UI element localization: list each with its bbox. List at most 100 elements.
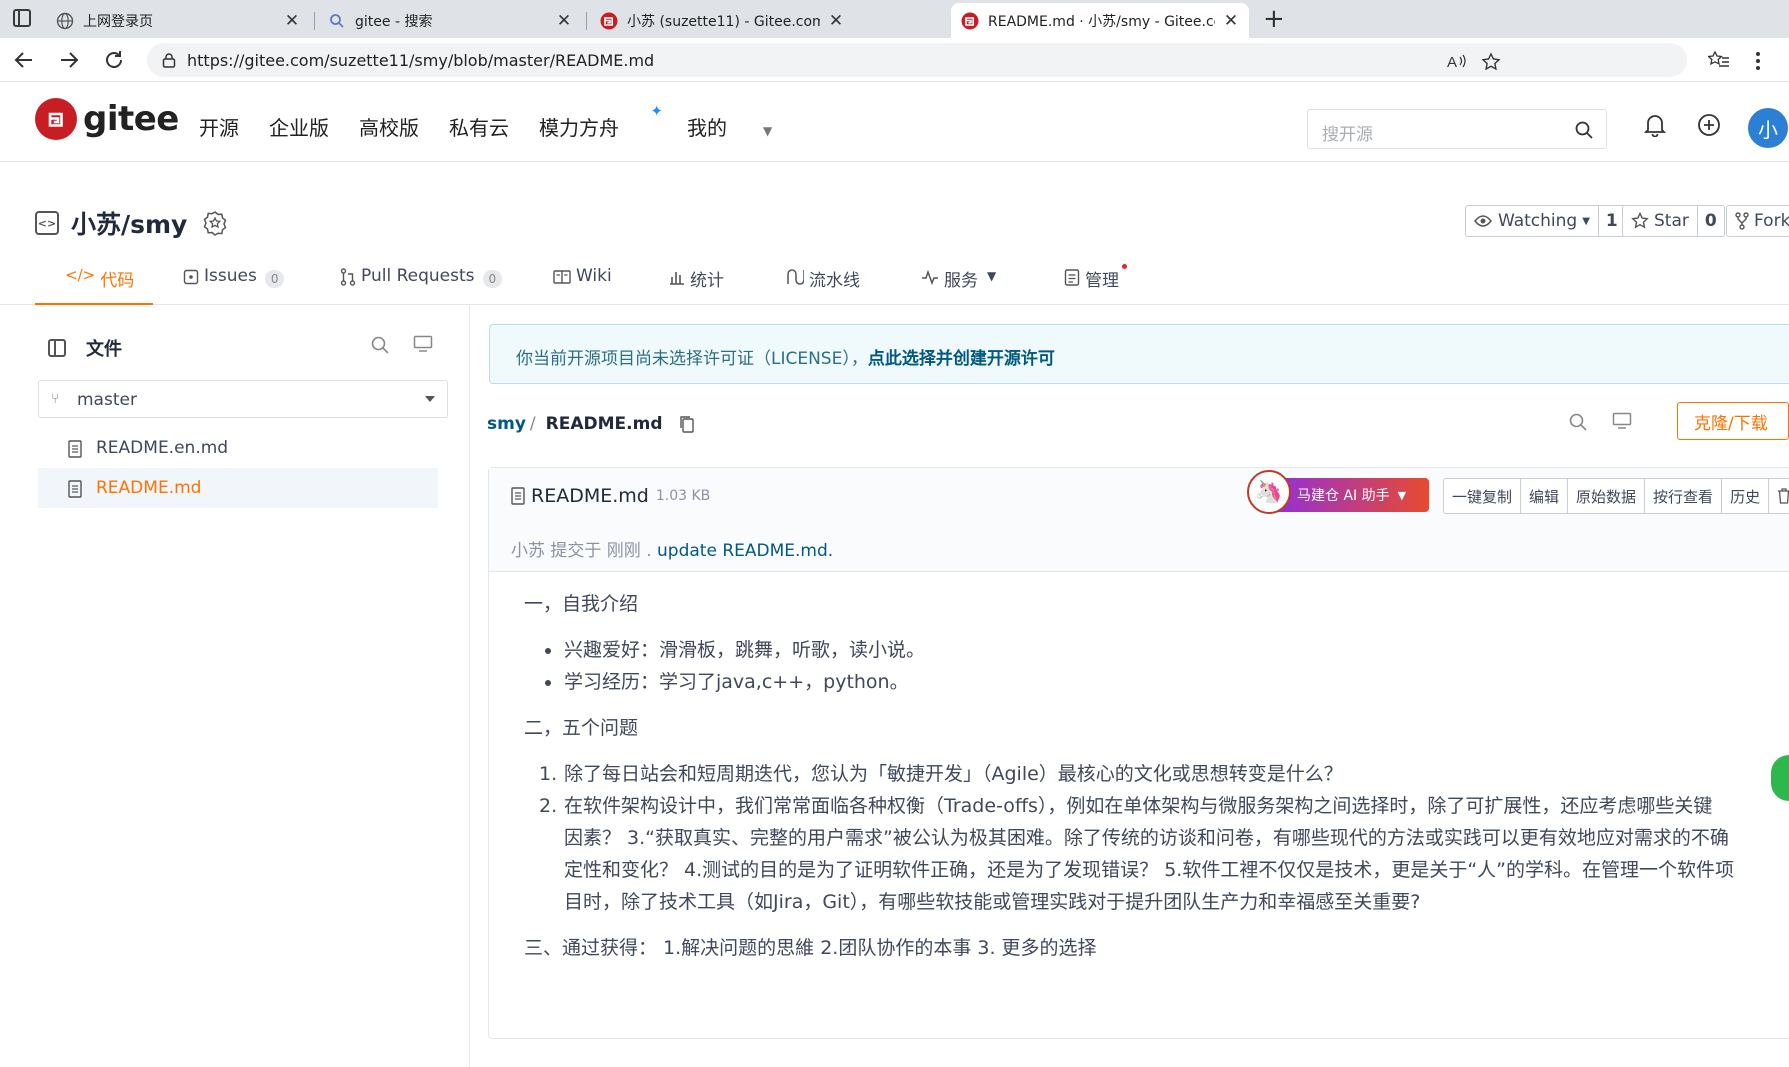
tab-issues[interactable]: Issues 0 (183, 266, 285, 305)
back-button[interactable] (10, 46, 38, 74)
create-plus-icon[interactable] (1697, 113, 1721, 137)
tab-services[interactable]: 服务 ▼ (921, 266, 996, 305)
pr-count: 0 (482, 270, 503, 288)
breadcrumb-repo[interactable]: smy (487, 414, 526, 434)
sidebar-title: 文件 (86, 339, 122, 360)
watch-button-group: Watching ▼ 1 (1465, 205, 1626, 237)
tab-wiki[interactable]: Wiki (553, 266, 612, 305)
list-item: 兴趣爱好：滑滑板，跳舞，听歌，读小说。 (539, 634, 1784, 666)
tab-pipeline-label: 流水线 (809, 271, 860, 291)
nav-item-enterprise[interactable]: 企业版 (269, 112, 329, 141)
nav-item-mine[interactable]: 我的 ▼ (687, 112, 772, 141)
tab-stats-label: 统计 (690, 271, 724, 291)
nav-item-private-cloud[interactable]: 私有云 (449, 112, 509, 141)
tab-title: README.md · 小苏/smy - Gitee.com (988, 13, 1215, 30)
more-menu-icon[interactable] (1756, 52, 1760, 70)
browser-tab-profile[interactable]: 小苏 (suzette11) - Gitee.com ✕ (590, 3, 854, 38)
close-tab-icon[interactable]: ✕ (1223, 11, 1239, 31)
favorite-star-icon[interactable] (1481, 52, 1501, 72)
back-arrow-icon (14, 52, 32, 68)
site-search-input[interactable]: 搜开源 (1307, 109, 1607, 149)
browser-tab-readme[interactable]: README.md · 小苏/smy - Gitee.com ✕ (951, 3, 1249, 38)
search-icon[interactable] (1574, 120, 1594, 140)
read-aloud-icon[interactable]: A (1447, 52, 1467, 70)
tab-pr-label: Pull Requests (361, 266, 475, 286)
star-icon (1631, 212, 1649, 229)
user-avatar[interactable]: 小 (1748, 108, 1788, 148)
browser-tab-login[interactable]: 上网登录页 ✕ (46, 3, 310, 38)
file-item-readme-en[interactable]: README.en.md (38, 428, 438, 468)
tab-pull-requests[interactable]: Pull Requests 0 (340, 266, 503, 305)
question-2-line: 因素？ 3.“获取真实、完整的用户需求”被公认为极其困难。除了传统的访谈和问卷，… (564, 827, 1729, 849)
file-name: README.md (96, 478, 202, 498)
favorites-list-icon[interactable] (1708, 50, 1730, 70)
reload-button[interactable] (100, 46, 128, 74)
site-info-icon[interactable] (161, 52, 177, 68)
nav-item-education[interactable]: 高校版 (359, 112, 419, 141)
star-button[interactable]: Star (1623, 206, 1697, 236)
web-ide-monitor-icon[interactable] (413, 335, 433, 353)
web-ide-monitor-icon[interactable] (1612, 412, 1632, 430)
list-item: 2. 在软件架构设计中，我们常常面临各种权衡（Trade-offs），例如在单体… (539, 790, 1784, 918)
watch-count[interactable]: 1 (1597, 206, 1625, 236)
commit-message-link[interactable]: update README.md. (657, 541, 833, 561)
watch-button[interactable]: Watching ▼ (1466, 206, 1598, 236)
sidebar-header: 文件 (48, 335, 122, 361)
fork-button[interactable]: Fork (1727, 206, 1789, 236)
file-search-icon[interactable] (370, 335, 390, 355)
delete-button[interactable] (1769, 479, 1789, 513)
mascot-icon: 🦄 (1247, 470, 1291, 514)
branch-select[interactable]: ⑂ master (38, 380, 448, 418)
tab-manage-label: 管理 (1085, 271, 1119, 291)
tab-stats[interactable]: 统计 (669, 266, 724, 305)
browser-tab-search[interactable]: gitee - 搜索 ✕ (318, 3, 582, 38)
raw-button[interactable]: 原始数据 (1568, 479, 1646, 513)
nav-item-opensource[interactable]: 开源 (199, 112, 239, 141)
copy-path-icon[interactable] (679, 415, 695, 433)
search-icon (330, 13, 344, 28)
tab-separator (586, 12, 587, 30)
tab-code[interactable]: </> 代码 (35, 266, 153, 305)
globe-icon (56, 12, 74, 29)
list-item: 学习经历：学习了java,c++，python。 (539, 666, 1784, 698)
blame-button[interactable]: 按行查看 (1645, 479, 1723, 513)
caret-down-icon: ▼ (1582, 215, 1590, 227)
file-item-readme[interactable]: README.md (38, 468, 438, 508)
forward-arrow-icon (61, 52, 79, 68)
wiki-book-icon (553, 270, 571, 284)
tab-actions-icon[interactable] (13, 9, 31, 27)
nav-item-moli[interactable]: 模力方舟 ✦ (539, 102, 663, 141)
tab-manage[interactable]: 管理 (1064, 264, 1127, 305)
tab-pipeline[interactable]: 流水线 (786, 266, 860, 305)
repo-tabs: </> 代码 Issues 0 Pull Requests 0 Wiki 统计 … (0, 258, 1789, 305)
content-search-icon[interactable] (1568, 412, 1588, 432)
document-icon (68, 480, 82, 498)
svg-text:A: A (1447, 54, 1457, 70)
code-icon: </> (65, 266, 96, 284)
license-link[interactable]: 点此选择并创建开源许可 (868, 349, 1055, 369)
eye-icon (1474, 215, 1492, 227)
close-tab-icon[interactable]: ✕ (284, 11, 300, 31)
file-name: README.md (531, 485, 649, 507)
caret-down-icon: ▼ (987, 269, 997, 283)
close-tab-icon[interactable]: ✕ (556, 11, 572, 31)
commit-author: 小苏 提交于 刚刚 . (511, 541, 652, 561)
clone-download-button[interactable]: 克隆/下载 (1677, 402, 1789, 440)
tab-title: gitee - 搜索 (355, 13, 433, 30)
edit-button[interactable]: 编辑 (1521, 479, 1569, 513)
tab-issues-label: Issues (204, 266, 257, 286)
notification-bell-icon[interactable] (1644, 113, 1666, 137)
recommend-badge-icon[interactable] (203, 210, 227, 236)
history-button[interactable]: 历史 (1722, 479, 1770, 513)
url-field[interactable]: https://gitee.com/suzette11/smy/blob/mas… (147, 43, 1687, 77)
repo-name[interactable]: 小苏/smy (71, 205, 187, 241)
close-tab-icon[interactable]: ✕ (828, 11, 844, 31)
copy-all-button[interactable]: 一键复制 (1444, 479, 1522, 513)
ai-assistant-button[interactable]: 🦄 马建仓 AI 助手 ▼ (1247, 470, 1429, 514)
collapse-panel-icon[interactable] (48, 339, 66, 357)
star-button-group: Star 0 (1622, 205, 1725, 237)
gitee-logo[interactable]: gitee (35, 98, 179, 140)
forward-button[interactable] (55, 46, 83, 74)
new-tab-button[interactable]: + (1263, 4, 1285, 34)
star-count[interactable]: 0 (1696, 206, 1724, 236)
